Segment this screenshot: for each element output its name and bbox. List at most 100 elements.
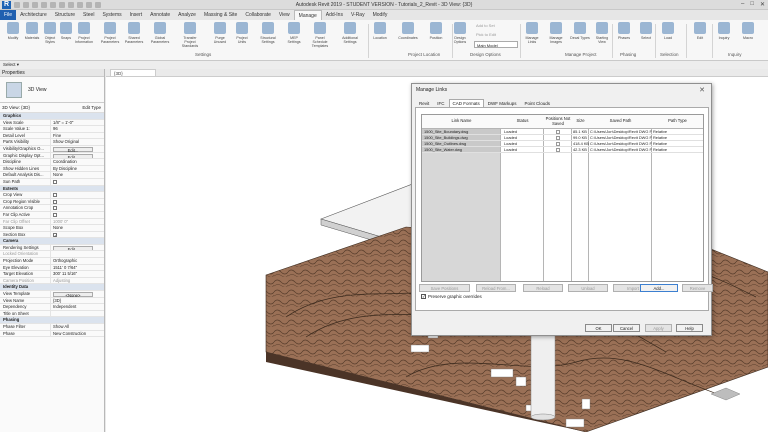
property-value[interactable]: Independent <box>50 304 104 310</box>
link-row[interactable]: 1500_Site_Water.dwg Loaded 42.3 KB C:\Users… <box>422 147 703 153</box>
property-value[interactable]: None <box>50 225 104 231</box>
select-dropdown[interactable]: Select ▾ <box>3 62 19 68</box>
ribbon-tab-insert[interactable]: Insert <box>126 10 147 20</box>
property-value[interactable] <box>50 211 104 218</box>
property-checkbox[interactable] <box>53 199 57 204</box>
property-checkbox[interactable] <box>53 179 57 184</box>
minimize-icon[interactable]: – <box>741 1 744 8</box>
property-checkbox[interactable]: ✓ <box>53 232 57 237</box>
remove-button[interactable]: Remove <box>682 284 713 292</box>
save-positions-button[interactable]: Save Positions <box>419 284 470 292</box>
materials-button[interactable]: Materials <box>22 22 42 48</box>
property-value[interactable] <box>50 192 104 198</box>
property-section-camera[interactable]: Camera <box>0 238 104 245</box>
project-information-button[interactable]: Project Information <box>74 22 94 48</box>
select-button[interactable]: Select <box>636 22 656 48</box>
ribbon-tab-file[interactable]: File <box>0 10 17 20</box>
property-value[interactable]: 1000' 0" <box>50 218 104 225</box>
column-header-status[interactable]: Status <box>501 115 544 129</box>
property-value[interactable] <box>50 178 104 185</box>
structural-settings-button[interactable]: Structural Settings <box>258 22 278 48</box>
macro-button[interactable]: Macro <box>738 22 758 48</box>
property-value[interactable]: Show All <box>50 324 104 330</box>
location-button[interactable]: Location <box>370 22 390 48</box>
design-option-add-to-set[interactable]: Add to Set <box>474 22 518 29</box>
ribbon-tab-architecture[interactable]: Architecture <box>16 10 51 20</box>
property-checkbox[interactable] <box>53 206 57 211</box>
edit-button[interactable]: Edit <box>690 22 710 48</box>
property-value[interactable]: Edit... <box>50 244 104 251</box>
property-checkbox[interactable] <box>53 193 57 198</box>
property-value[interactable]: 1511' 0 7/64" <box>50 264 104 271</box>
starting-view-button[interactable]: Starting View <box>592 22 612 48</box>
ribbon-tab-collaborate[interactable]: Collaborate <box>241 10 275 20</box>
preserve-overrides-option[interactable]: ✓ Preserve graphic overrides <box>421 294 482 299</box>
dialog-close-icon[interactable]: ✕ <box>699 86 705 94</box>
additional-settings-button[interactable]: Additional Settings <box>340 22 360 48</box>
property-value[interactable]: Orthographic <box>50 258 104 264</box>
maximize-icon[interactable]: □ <box>750 1 754 8</box>
property-section-extents[interactable]: Extents <box>0 185 104 193</box>
project-parameters-button[interactable]: Project Parameters <box>100 22 120 48</box>
modify-button[interactable]: Modify <box>3 22 23 48</box>
viewcube-icon[interactable] <box>710 387 741 401</box>
inquiry-button[interactable]: Inquiry <box>714 22 734 48</box>
ribbon-tab-steel[interactable]: Steel <box>79 10 98 20</box>
property-section-identity-data[interactable]: Identity Data <box>0 284 104 292</box>
transfer-project-standards-button[interactable]: Transfer Project Standards <box>180 22 200 48</box>
snaps-button[interactable]: Snaps <box>56 22 76 48</box>
property-value[interactable]: 96 <box>50 126 104 132</box>
dialog-tab-cad-formats[interactable]: CAD Formats <box>448 99 484 107</box>
reload-from-button[interactable]: Reload From... <box>476 284 516 292</box>
close-window-icon[interactable]: ✕ <box>760 1 765 8</box>
column-header-size[interactable]: Size <box>572 115 589 129</box>
property-edit-button[interactable]: <None> <box>53 292 93 297</box>
coordinates-button[interactable]: Coordinates <box>398 22 418 48</box>
design-option-pick-to-edit[interactable]: Pick to Edit <box>474 31 518 38</box>
property-checkbox[interactable] <box>53 212 57 217</box>
load-button[interactable]: Load <box>658 22 678 48</box>
column-header-link-name[interactable]: Link Name <box>422 115 501 129</box>
property-value[interactable] <box>50 310 104 317</box>
property-value[interactable]: By Discipline <box>50 165 104 172</box>
shared-parameters-button[interactable]: Shared Parameters <box>124 22 144 48</box>
ribbon-tab-massing-site[interactable]: Massing & Site <box>200 10 241 20</box>
ribbon-tab-analyze[interactable]: Analyze <box>174 10 200 20</box>
positions-not-saved-checkbox[interactable] <box>556 148 560 152</box>
dialog-tab-revit[interactable]: Revit <box>415 99 433 107</box>
ribbon-tab-structure[interactable]: Structure <box>51 10 79 20</box>
column-header-positions-not-saved[interactable]: Positions Not Saved <box>544 115 572 129</box>
property-value[interactable] <box>50 251 104 258</box>
instance-select[interactable]: 3D View: {3D} <box>2 105 30 110</box>
ribbon-tab-annotate[interactable]: Annotate <box>146 10 174 20</box>
manage-links-button[interactable]: Manage Links <box>522 22 542 48</box>
dialog-tab-dwf-markups[interactable]: DWF Markups <box>484 99 521 107</box>
ribbon-tab-manage[interactable]: Manage <box>293 10 322 20</box>
property-value[interactable]: 1/8" = 1'-0" <box>50 119 104 126</box>
positions-not-saved-checkbox[interactable] <box>556 130 560 134</box>
unload-button[interactable]: Unload <box>568 284 608 292</box>
property-value[interactable]: Coordination <box>50 159 104 165</box>
ribbon-tab-add-ins[interactable]: Add-Ins <box>322 10 347 20</box>
edit-type-button[interactable]: Edit Type <box>82 103 101 113</box>
property-section-graphics[interactable]: Graphics <box>0 113 104 120</box>
property-value[interactable]: New Construction <box>50 330 104 337</box>
property-value[interactable]: Edit... <box>50 152 104 159</box>
property-edit-button[interactable]: Edit... <box>53 245 93 251</box>
property-value[interactable]: <None> <box>50 291 104 297</box>
design-options-button[interactable]: Design Options <box>450 22 470 48</box>
add-button[interactable]: Add... <box>640 284 678 292</box>
column-header-saved-path[interactable]: Saved Path <box>589 115 652 129</box>
type-selector[interactable]: 3D View <box>0 77 104 103</box>
reload-button[interactable]: Reload <box>523 284 563 292</box>
positions-not-saved-checkbox[interactable] <box>556 142 560 146</box>
dialog-tab-point-clouds[interactable]: Point Clouds <box>521 99 555 107</box>
ribbon-tab-view[interactable]: View <box>275 10 294 20</box>
dialog-tab-ifc[interactable]: IFC <box>433 99 448 107</box>
property-value[interactable]: Edit... <box>50 145 104 152</box>
preserve-overrides-checkbox[interactable]: ✓ <box>421 294 426 299</box>
help-button[interactable]: Help <box>676 324 703 332</box>
apply-button[interactable]: Apply <box>645 324 672 332</box>
property-edit-button[interactable]: Edit... <box>53 153 93 159</box>
global-parameters-button[interactable]: Global Parameters <box>150 22 170 48</box>
